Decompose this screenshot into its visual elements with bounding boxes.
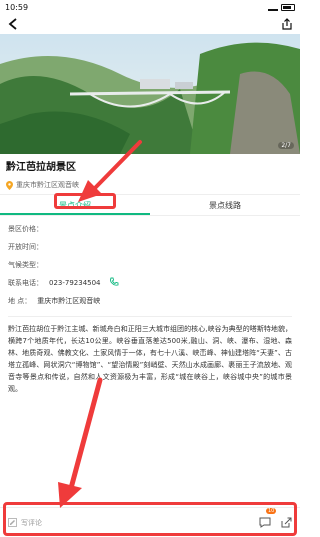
address-line[interactable]: 重庆市黔江区观音峡 <box>6 180 294 190</box>
battery-icon <box>281 3 295 11</box>
weather-label: 气候类型： <box>8 261 43 269</box>
hero-image[interactable]: 2/7 <box>0 34 300 154</box>
comment-placeholder: 写评论 <box>21 518 42 527</box>
location-pin-icon <box>6 180 13 190</box>
phone-row: 联系电话： 023-79234504 <box>8 274 292 292</box>
share-icon-bottom[interactable] <box>281 513 292 532</box>
tab-attraction-route[interactable]: 景点线路 <box>150 195 300 215</box>
scenic-photo <box>0 34 300 154</box>
nav-bar <box>0 14 300 34</box>
description-text: 黔江芭拉胡位于黔江主城、新城舟白和正阳三大城市组团的核心,峡谷为典型的嗒斯特地貌… <box>8 325 292 393</box>
phone-call-icon[interactable] <box>109 277 119 289</box>
hours-label: 开放时间： <box>8 243 43 251</box>
phone-value[interactable]: 023-79234504 <box>49 279 101 287</box>
edit-icon <box>8 518 17 527</box>
price-label: 景区价格： <box>8 225 43 233</box>
address-value: 重庆市黔江区观音峡 <box>37 297 101 305</box>
hours-row: 开放时间： <box>8 238 292 256</box>
share-icon[interactable] <box>280 17 294 31</box>
tab-bar: 景点介绍 景点线路 <box>0 194 300 216</box>
phone-label: 联系电话： <box>8 279 43 287</box>
place-title: 黔江芭拉胡景区 <box>6 162 76 173</box>
back-arrow-icon[interactable] <box>6 17 20 31</box>
comment-input[interactable]: 写评论 <box>8 518 42 528</box>
address-text: 重庆市黔江区观音峡 <box>16 181 79 189</box>
comment-badge: 10 <box>266 508 277 514</box>
bottom-actions: 10 <box>259 508 292 532</box>
signal-icon <box>268 4 278 11</box>
weather-row: 气候类型： <box>8 256 292 274</box>
divider <box>8 316 292 317</box>
page-indicator: 2/7 <box>278 142 294 149</box>
location-row: 地 点： 重庆市黔江区观音峡 <box>8 292 292 310</box>
comment-count-icon[interactable] <box>259 513 271 532</box>
status-time: 10:59 <box>5 2 29 12</box>
status-icons <box>268 3 295 11</box>
address-label: 地 点： <box>8 297 32 305</box>
bottom-bar: 写评论 10 <box>0 507 300 537</box>
title-block: 黔江芭拉胡景区 重庆市黔江区观音峡 <box>0 154 300 190</box>
status-bar: 10:59 <box>0 0 300 14</box>
tab-attraction-intro[interactable]: 景点介绍 <box>0 195 150 215</box>
price-row: 景区价格： <box>8 220 292 238</box>
info-section: 景区价格： 开放时间： 气候类型： 联系电话： 023-79234504 地 点… <box>0 216 300 317</box>
